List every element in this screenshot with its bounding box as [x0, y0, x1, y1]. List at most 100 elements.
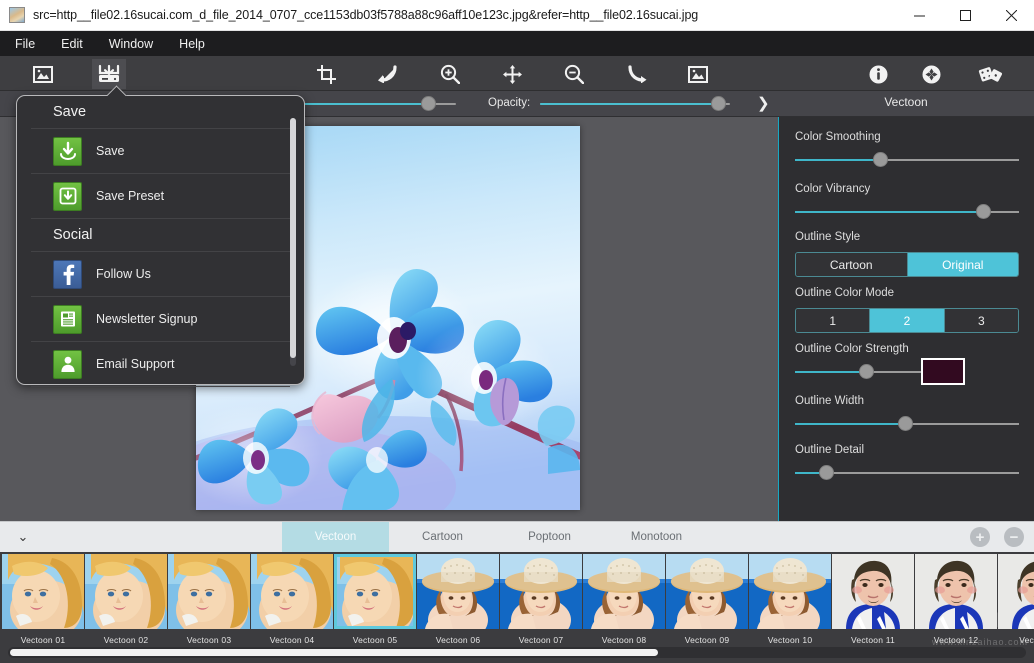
dropdown-item-save[interactable]: Save: [31, 129, 290, 174]
dropdown-item-follow-us[interactable]: Follow Us: [31, 252, 290, 297]
preset-thumbnail[interactable]: Vectoon 1: [998, 554, 1034, 645]
preset-thumbnail-label: Vectoon 11: [832, 629, 914, 645]
preset-thumbnail[interactable]: Vectoon 12: [915, 554, 997, 645]
outline-color-mode-segmented[interactable]: 1 2 3: [795, 308, 1019, 333]
color-smoothing-slider[interactable]: [795, 152, 1019, 168]
dropdown-item-label: Newsletter Signup: [96, 312, 197, 326]
preset-thumbnail-image[interactable]: [832, 554, 914, 629]
dropdown-item-save-preset[interactable]: Save Preset: [31, 174, 290, 219]
dropdown-scrollbar[interactable]: [290, 118, 296, 366]
menu-help[interactable]: Help: [168, 34, 216, 54]
preset-thumbnail[interactable]: Vectoon 11: [832, 554, 914, 645]
outline-width-slider[interactable]: [795, 416, 1019, 432]
collapse-chevron-icon[interactable]: ⌄: [0, 522, 46, 552]
zoom-out-icon[interactable]: [557, 59, 591, 89]
menu-window[interactable]: Window: [98, 34, 164, 54]
minimize-button[interactable]: [896, 0, 942, 31]
slider-knob[interactable]: [873, 152, 888, 167]
redo-curve-icon[interactable]: [620, 59, 654, 89]
tab-poptoon[interactable]: Poptoon: [496, 522, 603, 552]
control-color-smoothing: Color Smoothing: [795, 131, 1019, 168]
close-button[interactable]: [988, 0, 1034, 31]
preset-filmstrip[interactable]: 下载站 www.xinzaihao.com Vectoon 01: [0, 552, 1034, 663]
preset-thumbnail-image[interactable]: [334, 554, 416, 629]
outline-style-option-cartoon[interactable]: Cartoon: [796, 253, 908, 276]
tab-vectoon[interactable]: Vectoon: [282, 522, 389, 552]
save-preset-icon: [53, 182, 82, 211]
dropdown-item-label: Follow Us: [96, 267, 151, 281]
dropdown-arrow: [107, 85, 129, 96]
preset-thumbnail-image[interactable]: [417, 554, 499, 629]
menu-bar: File Edit Window Help: [0, 31, 1034, 56]
move-icon[interactable]: [495, 59, 529, 89]
preset-thumbnail-image[interactable]: [251, 554, 333, 629]
preset-thumbnail-image[interactable]: [85, 554, 167, 629]
slider-knob[interactable]: [898, 416, 913, 431]
zoom-in-icon[interactable]: [433, 59, 467, 89]
preset-thumbnail-label: Vectoon 07: [500, 629, 582, 645]
control-outline-width: Outline Width: [795, 395, 1019, 432]
outline-style-option-original[interactable]: Original: [908, 253, 1019, 276]
image-frame-2-icon[interactable]: [681, 59, 715, 89]
slider-fill: [795, 371, 866, 373]
preset-thumbnail-image[interactable]: [583, 554, 665, 629]
effects-dice-icon[interactable]: [973, 59, 1007, 89]
dropdown-item-newsletter-signup[interactable]: Newsletter Signup: [31, 297, 290, 342]
preset-thumbnail-image[interactable]: [915, 554, 997, 629]
filmstrip-scrollbar[interactable]: [8, 647, 1026, 658]
color-vibrancy-slider[interactable]: [795, 204, 1019, 220]
undo-curve-icon[interactable]: [371, 59, 405, 89]
preset-thumbnail[interactable]: Vectoon 06: [417, 554, 499, 645]
dropdown-scrollbar-thumb[interactable]: [290, 118, 296, 358]
thumbnail-list: Vectoon 01 Vectoon 02: [2, 554, 1034, 645]
preset-thumbnail-image[interactable]: [666, 554, 748, 629]
slider-fill: [795, 423, 905, 425]
outline-color-mode-option-3[interactable]: 3: [945, 309, 1018, 332]
control-label: Color Smoothing: [795, 131, 1019, 143]
email-support-person-icon: [53, 350, 82, 379]
tab-monotoon[interactable]: Monotoon: [603, 522, 710, 552]
preset-thumbnail[interactable]: Vectoon 04: [251, 554, 333, 645]
outline-style-segmented[interactable]: Cartoon Original: [795, 252, 1019, 277]
preset-thumbnail-image[interactable]: [168, 554, 250, 629]
preset-thumbnail-image[interactable]: [998, 554, 1034, 629]
save-dropdown-menu[interactable]: Save Save Save Preset Social: [16, 95, 305, 385]
preset-thumbnail-image[interactable]: [500, 554, 582, 629]
dropdown-item-label: Save: [96, 144, 125, 158]
preset-thumbnail[interactable]: Vectoon 09: [666, 554, 748, 645]
preset-thumbnail-image[interactable]: [749, 554, 831, 629]
outline-color-swatch[interactable]: [921, 358, 965, 385]
menu-file[interactable]: File: [4, 34, 46, 54]
preset-thumbnail[interactable]: Vectoon 10: [749, 554, 831, 645]
filmstrip-scrollbar-thumb[interactable]: [10, 649, 658, 656]
add-preset-button[interactable]: +: [970, 527, 990, 547]
preset-thumbnail-image[interactable]: [2, 554, 84, 629]
outline-color-mode-option-1[interactable]: 1: [796, 309, 870, 332]
preset-thumbnail[interactable]: Vectoon 02: [85, 554, 167, 645]
preset-thumbnail[interactable]: Vectoon 01: [2, 554, 84, 645]
slider-knob[interactable]: [819, 465, 834, 480]
preset-category-tabbar: ⌄ Vectoon Cartoon Poptoon Monotoon + −: [0, 521, 1034, 552]
opacity-slider-knob[interactable]: [711, 96, 726, 111]
slider-knob[interactable]: [976, 204, 991, 219]
dropdown-item-email-support[interactable]: Email Support: [31, 342, 290, 387]
preset-thumbnail[interactable]: Vectoon 08: [583, 554, 665, 645]
control-outline-color-mode: Outline Color Mode 1 2 3: [795, 287, 1019, 333]
chevron-right-icon[interactable]: ❯: [757, 94, 770, 112]
preset-thumbnail[interactable]: Vectoon 03: [168, 554, 250, 645]
menu-edit[interactable]: Edit: [50, 34, 94, 54]
image-frame-icon[interactable]: [26, 59, 60, 89]
remove-preset-button[interactable]: −: [1004, 527, 1024, 547]
slider-knob[interactable]: [859, 364, 874, 379]
outline-detail-slider[interactable]: [795, 465, 1019, 481]
left-slider-knob[interactable]: [421, 96, 436, 111]
outline-color-strength-slider[interactable]: [795, 364, 965, 380]
preset-thumbnail[interactable]: Vectoon 07: [500, 554, 582, 645]
crop-icon[interactable]: [309, 59, 343, 89]
preset-thumbnail[interactable]: Vectoon 05: [334, 554, 416, 645]
outline-color-mode-option-2[interactable]: 2: [870, 309, 944, 332]
info-icon[interactable]: [861, 59, 895, 89]
tab-cartoon[interactable]: Cartoon: [389, 522, 496, 552]
settings-icon[interactable]: [914, 59, 948, 89]
maximize-button[interactable]: [942, 0, 988, 31]
